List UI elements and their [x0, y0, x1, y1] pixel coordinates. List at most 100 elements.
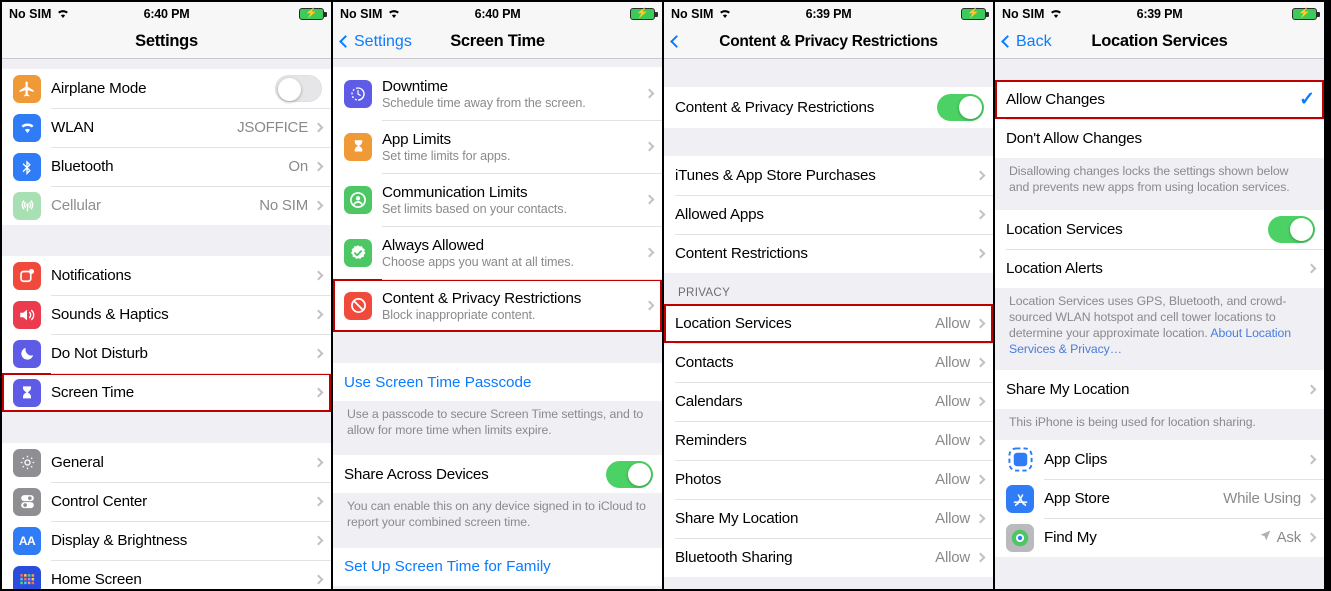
chevron-right-icon — [1306, 264, 1317, 274]
screen-time-row-label: Content & Privacy Restrictions — [382, 289, 582, 307]
row-location-alerts[interactable]: Location Alerts — [995, 249, 1324, 289]
screen-time-row-content-privacy[interactable]: Content & Privacy Restrictions Block ina… — [333, 279, 662, 332]
chevron-right-icon — [975, 357, 986, 368]
row-app-clips[interactable]: App Clips — [995, 440, 1324, 480]
nav-bar: Content & Privacy Restrictions — [664, 25, 993, 59]
chevron-right-icon — [313, 348, 324, 359]
status-bar: No SIM 6:39 PM ⚡ — [995, 2, 1324, 25]
row-location-services-toggle[interactable]: Location Services — [995, 210, 1324, 250]
location-arrow-icon — [1259, 529, 1272, 546]
row-label: Location Services — [1006, 221, 1123, 239]
phone-panel-settings: No SIM 6:40 PM ⚡ Settings Airplane Mode … — [0, 0, 331, 591]
settings-row-bluetooth[interactable]: Bluetooth On — [2, 147, 331, 186]
location-services-toggle[interactable] — [1268, 216, 1315, 244]
use-screen-time-passcode-button[interactable]: Use Screen Time Passcode — [333, 363, 662, 401]
settings-row-home-screen[interactable]: Home Screen — [2, 560, 331, 589]
chevron-right-icon — [313, 122, 324, 133]
back-button[interactable]: Settings — [339, 32, 412, 51]
master-toggle-group: Content & Privacy Restrictions — [664, 87, 993, 128]
row-label: Location Services — [675, 315, 792, 332]
row-contacts[interactable]: Contacts Allow — [664, 343, 993, 382]
row-value-wrap: Ask — [1259, 529, 1301, 546]
row-label: Find My — [1044, 529, 1097, 547]
screen-time-list[interactable]: Downtime Schedule time away from the scr… — [333, 59, 662, 589]
row-content-restrictions[interactable]: Content Restrictions — [664, 234, 993, 273]
set-up-family-button[interactable]: Set Up Screen Time for Family — [333, 547, 662, 586]
row-label: Bluetooth Sharing — [675, 549, 793, 566]
row-location-services[interactable]: Location Services Allow — [664, 304, 993, 343]
settings-row-display-brightness[interactable]: AA Display & Brightness — [2, 521, 331, 560]
row-photos[interactable]: Photos Allow — [664, 460, 993, 499]
row-allow-changes[interactable]: Allow Changes ✓ — [995, 80, 1324, 119]
row-calendars[interactable]: Calendars Allow — [664, 382, 993, 421]
row-label: iTunes & App Store Purchases — [675, 167, 876, 184]
chevron-right-icon — [975, 318, 986, 329]
settings-row-do-not-disturb[interactable]: Do Not Disturb — [2, 334, 331, 373]
app-clips-icon — [1006, 446, 1034, 474]
settings-row-cellular[interactable]: Cellular No SIM — [2, 186, 331, 225]
settings-list[interactable]: Airplane Mode WLAN JSOFFICE Bluetooth On… — [2, 59, 331, 589]
content-privacy-master-label: Content & Privacy Restrictions — [675, 99, 875, 116]
section-gap — [2, 59, 331, 69]
back-button[interactable] — [670, 35, 683, 48]
status-time: 6:39 PM — [805, 6, 852, 21]
section-gap — [2, 225, 331, 256]
content-privacy-master-toggle[interactable] — [937, 94, 984, 121]
chevron-left-icon — [339, 35, 352, 48]
restrictions-group: iTunes & App Store Purchases Allowed App… — [664, 156, 993, 273]
settings-row-screen-time[interactable]: Screen Time — [2, 373, 331, 412]
settings-row-notifications[interactable]: Notifications — [2, 256, 331, 295]
content-privacy-master-row[interactable]: Content & Privacy Restrictions — [664, 87, 993, 128]
row-reminders[interactable]: Reminders Allow — [664, 421, 993, 460]
row-find-my[interactable]: Find My Ask — [995, 518, 1324, 558]
row-itunes-app-store-purchases[interactable]: iTunes & App Store Purchases — [664, 156, 993, 195]
screen-time-row-label: App Limits — [382, 130, 451, 148]
chevron-right-icon — [975, 170, 986, 181]
settings-row-sounds[interactable]: Sounds & Haptics — [2, 295, 331, 334]
location-toggle-group: Location Services Location Alerts — [995, 210, 1324, 289]
settings-row-label: Home Screen — [51, 571, 142, 588]
location-services-list[interactable]: Allow Changes ✓ Don't Allow Changes Disa… — [995, 59, 1324, 589]
settings-row-control-center[interactable]: Control Center — [2, 482, 331, 521]
settings-row-wlan[interactable]: WLAN JSOFFICE — [2, 108, 331, 147]
row-share-my-location[interactable]: Share My Location — [995, 370, 1324, 410]
back-button-label: Settings — [354, 32, 412, 50]
chevron-right-icon — [644, 300, 655, 311]
row-label: Allowed Apps — [675, 206, 764, 223]
screen-time-row-label: Communication Limits — [382, 183, 528, 201]
settings-row-general[interactable]: General — [2, 443, 331, 482]
row-bluetooth-sharing[interactable]: Bluetooth Sharing Allow — [664, 538, 993, 577]
chevron-right-icon — [975, 552, 986, 563]
chevron-right-icon — [313, 200, 324, 211]
row-dont-allow-changes[interactable]: Don't Allow Changes — [995, 119, 1324, 158]
chevron-right-icon — [975, 248, 986, 259]
chevron-right-icon — [1306, 532, 1317, 543]
screen-time-row-app-limits[interactable]: App Limits Set time limits for apps. — [333, 120, 662, 173]
row-value: Allow — [935, 315, 970, 332]
row-allowed-apps[interactable]: Allowed Apps — [664, 195, 993, 234]
communication-limits-icon — [344, 185, 372, 214]
row-share-my-location[interactable]: Share My Location Allow — [664, 499, 993, 538]
phone-panel-screen-time: No SIM 6:40 PM ⚡ Settings Screen Time Do… — [331, 0, 662, 591]
screen-time-row-sublabel: Choose apps you want at all times. — [382, 254, 574, 269]
row-value: Ask — [1276, 529, 1302, 547]
screen-time-row-downtime[interactable]: Downtime Schedule time away from the scr… — [333, 67, 662, 120]
screen-time-row-sublabel: Block inappropriate content. — [382, 307, 536, 322]
content-privacy-list[interactable]: Content & Privacy Restrictions iTunes & … — [664, 59, 993, 589]
row-app-store[interactable]: App Store While Using — [995, 479, 1324, 519]
airplane-mode-toggle[interactable] — [275, 75, 322, 102]
share-across-devices-row[interactable]: Share Across Devices — [333, 455, 662, 494]
share-across-devices-toggle[interactable] — [606, 460, 653, 488]
settings-row-airplane-mode[interactable]: Airplane Mode — [2, 69, 331, 108]
chevron-right-icon — [1306, 454, 1317, 465]
control-center-icon — [13, 487, 41, 516]
screen-time-row-communication-limits[interactable]: Communication Limits Set limits based on… — [333, 173, 662, 226]
screen-time-row-always-allowed[interactable]: Always Allowed Choose apps you want at a… — [333, 226, 662, 279]
chevron-right-icon — [313, 387, 324, 398]
row-value: Allow — [935, 549, 970, 566]
back-button[interactable]: Back — [1001, 33, 1052, 51]
home-screen-icon — [13, 565, 41, 589]
notifications-icon — [13, 261, 41, 290]
chevron-left-icon — [1001, 35, 1014, 48]
status-bar: No SIM 6:40 PM ⚡ — [2, 2, 331, 25]
